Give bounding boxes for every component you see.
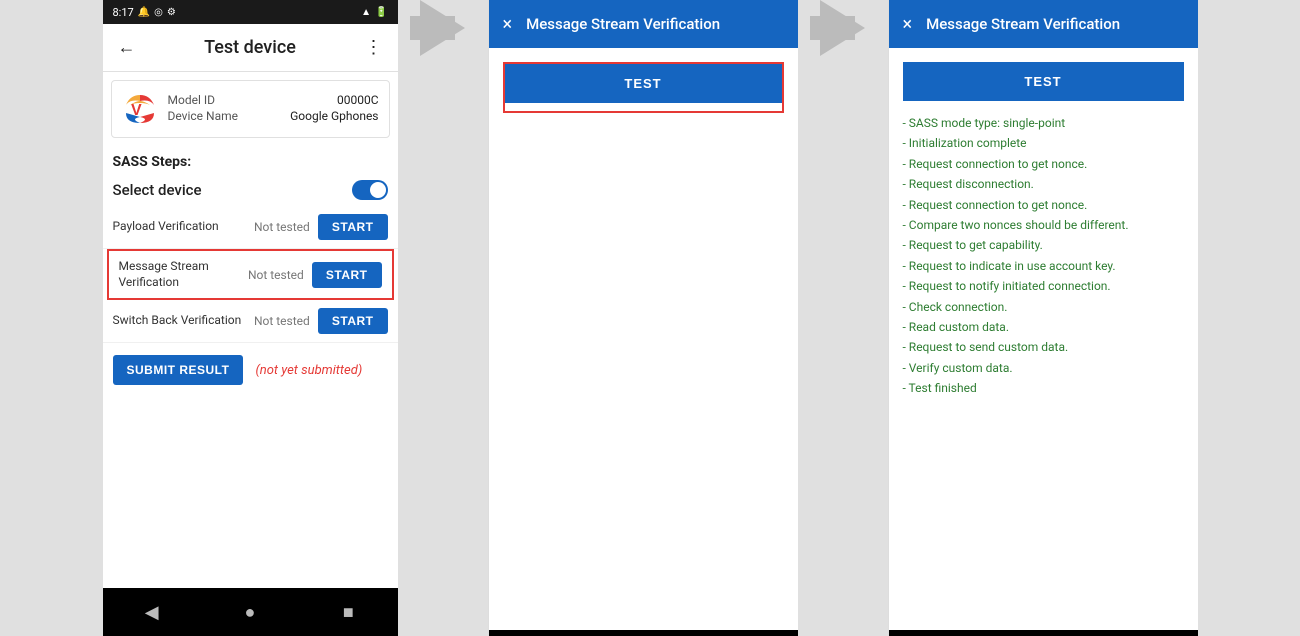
navigation-bar: ◀ ● ■	[103, 588, 398, 636]
submit-result-button[interactable]: SUBMIT RESULT	[113, 355, 244, 385]
model-id-row: Model ID 00000C	[168, 93, 379, 107]
location-icon: ◎	[154, 7, 163, 18]
device-name-row: Device Name Google Gphones	[168, 109, 379, 123]
notification-icon: 🔔	[138, 7, 150, 18]
device-name-label: Device Name	[168, 109, 239, 123]
step-payload-status: Not tested	[252, 220, 312, 234]
top-bar: ← Test device ⋮	[103, 24, 398, 72]
dialog-2-header: × Message Stream Verification	[889, 0, 1198, 48]
status-bar: 8:17 🔔 ◎ ⚙ ▲ 🔋	[103, 0, 398, 24]
select-device-toggle[interactable]	[352, 180, 388, 200]
step-payload-label: Payload Verification	[113, 219, 246, 235]
arrow-shape-2	[820, 0, 865, 56]
select-device-label: Select device	[113, 181, 202, 199]
result-line: - Request connection to get nonce.	[903, 195, 1184, 215]
test-button-2[interactable]: TEST	[903, 62, 1184, 101]
result-line: - SASS mode type: single-point	[903, 113, 1184, 133]
step-message-stream-status: Not tested	[246, 268, 306, 282]
arrow-1	[398, 0, 488, 56]
dialog-2: × Message Stream Verification TEST - SAS…	[888, 0, 1198, 636]
step-switchback-label: Switch Back Verification	[113, 313, 246, 329]
start-message-stream-button[interactable]: START	[312, 262, 382, 288]
result-line: - Request disconnection.	[903, 174, 1184, 194]
result-line: - Request to notify initiated connection…	[903, 276, 1184, 296]
start-switchback-button[interactable]: START	[318, 308, 388, 334]
step-row-payload: Payload Verification Not tested START	[103, 206, 398, 249]
test-button-1[interactable]: TEST	[505, 64, 782, 103]
sass-steps-title: SASS Steps:	[103, 146, 398, 174]
status-time: 8:17	[113, 6, 134, 19]
back-button[interactable]: ←	[111, 32, 143, 64]
dialog-1-body: TEST	[489, 48, 798, 630]
result-line: - Request to get capability.	[903, 235, 1184, 255]
device-info-card: V Model ID 00000C Device Name Google Gph…	[111, 80, 390, 138]
page-title: Test device	[204, 37, 296, 58]
status-bar-right: ▲ 🔋	[361, 7, 387, 18]
dialog-1-close-icon[interactable]: ×	[503, 14, 513, 35]
nav-back-button[interactable]: ◀	[140, 600, 164, 624]
step-message-stream-label: Message StreamVerification	[119, 259, 240, 290]
select-device-row: Select device	[103, 174, 398, 206]
result-line: - Test finished	[903, 378, 1184, 398]
dialog-2-footer	[889, 630, 1198, 636]
test-btn-1-wrapper: TEST	[503, 62, 784, 113]
status-bar-left: 8:17 🔔 ◎ ⚙	[113, 6, 176, 19]
start-payload-button[interactable]: START	[318, 214, 388, 240]
dialog-2-body: TEST - SASS mode type: single-point- Ini…	[889, 48, 1198, 630]
not-submitted-text: (not yet submitted)	[255, 363, 362, 378]
result-line: - Initialization complete	[903, 133, 1184, 153]
wifi-icon: ▲	[361, 7, 371, 18]
model-id-label: Model ID	[168, 93, 215, 107]
menu-button[interactable]: ⋮	[357, 32, 389, 64]
step-row-message-stream-highlighted: Message StreamVerification Not tested ST…	[107, 249, 394, 300]
dialog-1: × Message Stream Verification TEST	[488, 0, 798, 636]
result-line: - Request connection to get nonce.	[903, 154, 1184, 174]
nav-home-button[interactable]: ●	[238, 600, 262, 624]
step-row-switchback: Switch Back Verification Not tested STAR…	[103, 300, 398, 343]
phone-content: ← Test device ⋮ V Model ID 00000C	[103, 24, 398, 588]
step-row-message-stream: Message StreamVerification Not tested ST…	[109, 251, 392, 298]
result-line: - Verify custom data.	[903, 358, 1184, 378]
model-id-value: 00000C	[337, 93, 379, 107]
dialog-2-close-icon[interactable]: ×	[903, 14, 913, 35]
dialog-1-footer	[489, 630, 798, 636]
dialog-1-header: × Message Stream Verification	[489, 0, 798, 48]
result-line: - Request to indicate in use account key…	[903, 256, 1184, 276]
submit-row: SUBMIT RESULT (not yet submitted)	[103, 343, 398, 397]
battery-icon: 🔋	[375, 7, 387, 18]
arrow-2	[798, 0, 888, 56]
device-name-value: Google Gphones	[290, 109, 378, 123]
result-text: - SASS mode type: single-point- Initiali…	[903, 109, 1184, 398]
svg-text:V: V	[131, 102, 142, 119]
app-logo: V	[122, 91, 158, 127]
step-switchback-status: Not tested	[252, 314, 312, 328]
phone-screen: 8:17 🔔 ◎ ⚙ ▲ 🔋 ← Test device ⋮ V	[103, 0, 398, 636]
nav-recent-button[interactable]: ■	[336, 600, 360, 624]
settings-icon: ⚙	[167, 7, 176, 18]
result-line: - Compare two nonces should be different…	[903, 215, 1184, 235]
dialog-1-title: Message Stream Verification	[526, 15, 720, 33]
arrow-shape-1	[420, 0, 465, 56]
result-line: - Request to send custom data.	[903, 337, 1184, 357]
dialog-2-title: Message Stream Verification	[926, 15, 1120, 33]
result-line: - Check connection.	[903, 297, 1184, 317]
device-fields: Model ID 00000C Device Name Google Gphon…	[168, 93, 379, 125]
result-line: - Read custom data.	[903, 317, 1184, 337]
